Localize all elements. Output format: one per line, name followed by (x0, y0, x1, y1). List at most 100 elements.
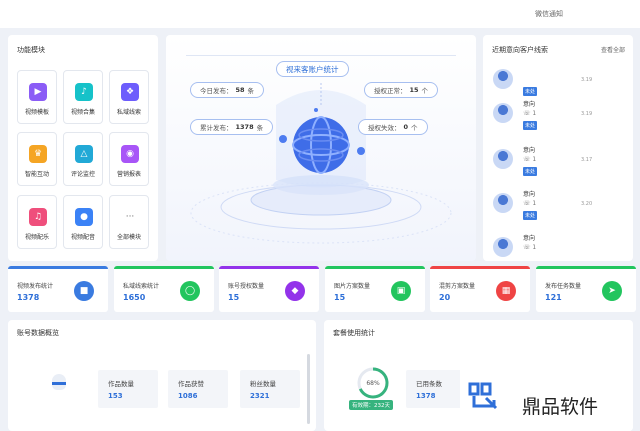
watermark: 鼎品软件 (460, 370, 633, 431)
lead-phone: ☏ 1 (523, 200, 537, 207)
view-all-link[interactable]: 查看全部 (601, 45, 625, 54)
auth-fail-unit: 个 (411, 124, 418, 132)
auth-fail-pill: 授权失效： 0 个 (358, 119, 428, 135)
module-tile-2[interactable]: ❖ 私域线索 (109, 70, 149, 124)
lead-time: 3.17 (581, 157, 593, 163)
package-usage-title: 套餐使用统计 (333, 329, 375, 337)
lead-avatar (493, 103, 513, 123)
used-count-value: 1378 (416, 392, 436, 400)
module-label: 智能互动 (24, 171, 49, 178)
lead-status-tag: 未处 (523, 211, 538, 220)
total-publish-pill: 累计发布： 1378 条 (190, 119, 274, 135)
module-tile-8[interactable]: ··· 全部模块 (109, 195, 149, 249)
account-overview-card: 账号数据概览 作品数量 153 作品获赞 1086 粉丝数量 2321 (8, 320, 316, 431)
stat-card[interactable]: 混剪方案数量 20 ▦ (430, 266, 530, 312)
works-likes-label: 作品获赞 (178, 380, 204, 388)
module-tile-3[interactable]: ♛ 智能互动 (17, 132, 57, 186)
auth-fail-value: 0 (403, 123, 409, 131)
module-tile-7[interactable]: ● 视频配音 (63, 195, 103, 249)
module-label: 视频配音 (70, 234, 95, 241)
stat-card-value: 121 (545, 293, 562, 302)
trophy-icon: ♛ (29, 145, 47, 163)
image-icon: ▣ (391, 281, 411, 301)
today-publish-unit: 条 (247, 87, 255, 95)
module-label: 全部模块 (116, 234, 141, 241)
stats-panel-title: 视来客账户统计 (276, 61, 349, 77)
module-tile-1[interactable]: ♪ 视频合集 (63, 70, 103, 124)
lead-status-tag: 未处 (523, 87, 538, 96)
module-label: 视频合集 (70, 109, 95, 116)
fans-count-label: 粉丝数量 (250, 380, 276, 388)
music-icon: ♫ (29, 208, 47, 226)
stat-card-value: 1650 (123, 293, 146, 302)
phone-icon: ☏ (523, 156, 533, 163)
lead-time: 3.19 (581, 111, 593, 117)
today-publish-label: 今日发布： (200, 87, 233, 95)
module-label: 营销报表 (116, 171, 141, 178)
watermark-text: 鼎品软件 (522, 396, 599, 418)
stat-card-value: 1378 (17, 293, 40, 302)
chat-icon: ◯ (180, 281, 200, 301)
stat-card[interactable]: 发布任务数量 121 ➤ (536, 266, 636, 312)
package-usage-card: 套餐使用统计 68% 有效期：232天 已用条数 1378 鼎品软件 (324, 320, 633, 431)
stat-card[interactable]: 视频发布统计 1378 ■ (8, 266, 108, 312)
works-likes-box: 作品获赞 1086 (168, 370, 228, 408)
stat-card[interactable]: 账号授权数量 15 ◆ (219, 266, 319, 312)
module-tile-0[interactable]: ▶ 视频模板 (17, 70, 57, 124)
recent-leads-card: 近期意向客户线索 查看全部 未处 3.19 意向 ☏ 1 未处 3.19 意向 ☏ 1 未处 3.… (483, 35, 633, 261)
stat-card[interactable]: 图片方案数量 15 ▣ (325, 266, 425, 312)
stat-card-label: 私域线索统计 (123, 283, 160, 290)
module-label: 评论监控 (70, 171, 95, 178)
works-count-label: 作品数量 (108, 380, 134, 388)
lead-name: 意向 (523, 147, 536, 154)
module-label: 视频配乐 (24, 234, 49, 241)
stat-card-label: 视频发布统计 (17, 283, 54, 290)
gamepad-icon: ◆ (285, 281, 305, 301)
lead-avatar (493, 237, 513, 257)
clue-icon: ❖ (121, 83, 139, 101)
module-tile-5[interactable]: ◉ 营销报表 (109, 132, 149, 186)
lead-row[interactable]: 意向 ☏ 1 未处 3.19 (493, 97, 623, 137)
account-stats-panel: 视来客账户统计 今日发布： 58 条 累计发布： 1378 条 授权正常： 15 个 授权失… (166, 35, 476, 261)
stat-card-label: 图片方案数量 (334, 283, 371, 290)
auth-ok-unit: 个 (421, 87, 429, 95)
validity-badge: 有效期：232天 (349, 400, 393, 410)
stat-card-value: 20 (439, 293, 451, 302)
lead-name: 意向 (523, 191, 536, 198)
lead-time: 3.19 (581, 77, 593, 83)
lead-row[interactable]: 意向 ☏ 1 (493, 231, 623, 261)
send-icon: ➤ (602, 281, 622, 301)
watermark-logo (468, 382, 498, 410)
lead-avatar (493, 69, 513, 89)
comment-monitor-icon: △ (75, 145, 93, 163)
lead-name: 意向 (523, 101, 536, 108)
account-overview-title: 账号数据概览 (17, 329, 59, 337)
stat-card[interactable]: 私域线索统计 1650 ◯ (114, 266, 214, 312)
lead-status-tag: 未处 (523, 121, 538, 130)
today-publish-value: 58 (235, 86, 245, 94)
fans-count-value: 2321 (250, 392, 270, 400)
used-count-label: 已用条数 (416, 380, 442, 388)
music-collection-icon: ♪ (75, 83, 93, 101)
function-modules-card: 功能模块 ▶ 视频模板 ♪ 视频合集 ❖ 私域线索 ♛ 智能互动 △ 评论监控 ◉ 营销报表 ♫ 视频配乐… (8, 35, 158, 261)
lead-avatar (493, 193, 513, 213)
function-modules-title: 功能模块 (17, 46, 45, 54)
works-count-box: 作品数量 153 (98, 370, 158, 408)
stat-card-label: 发布任务数量 (545, 283, 582, 290)
auth-ok-pill: 授权正常： 15 个 (364, 82, 439, 98)
stat-card-value: 15 (228, 293, 240, 302)
module-tile-6[interactable]: ♫ 视频配乐 (17, 195, 57, 249)
phone-icon: ☏ (523, 244, 533, 251)
account-avatar (48, 372, 72, 392)
total-publish-label: 累计发布： (200, 124, 233, 132)
lead-phone: ☏ 1 (523, 110, 537, 117)
account-scrollbar[interactable] (307, 354, 310, 424)
stat-card-label: 账号授权数量 (228, 283, 265, 290)
lead-row[interactable]: 意向 ☏ 1 未处 3.20 (493, 187, 623, 227)
lead-phone: ☏ 1 (523, 244, 537, 251)
lead-row[interactable]: 意向 ☏ 1 未处 3.17 (493, 143, 623, 183)
module-tile-4[interactable]: △ 评论监控 (63, 132, 103, 186)
wechat-notify-link[interactable]: 微信通知 (535, 9, 563, 19)
top-bar: 微信通知 (0, 0, 640, 28)
works-count-value: 153 (108, 392, 123, 400)
